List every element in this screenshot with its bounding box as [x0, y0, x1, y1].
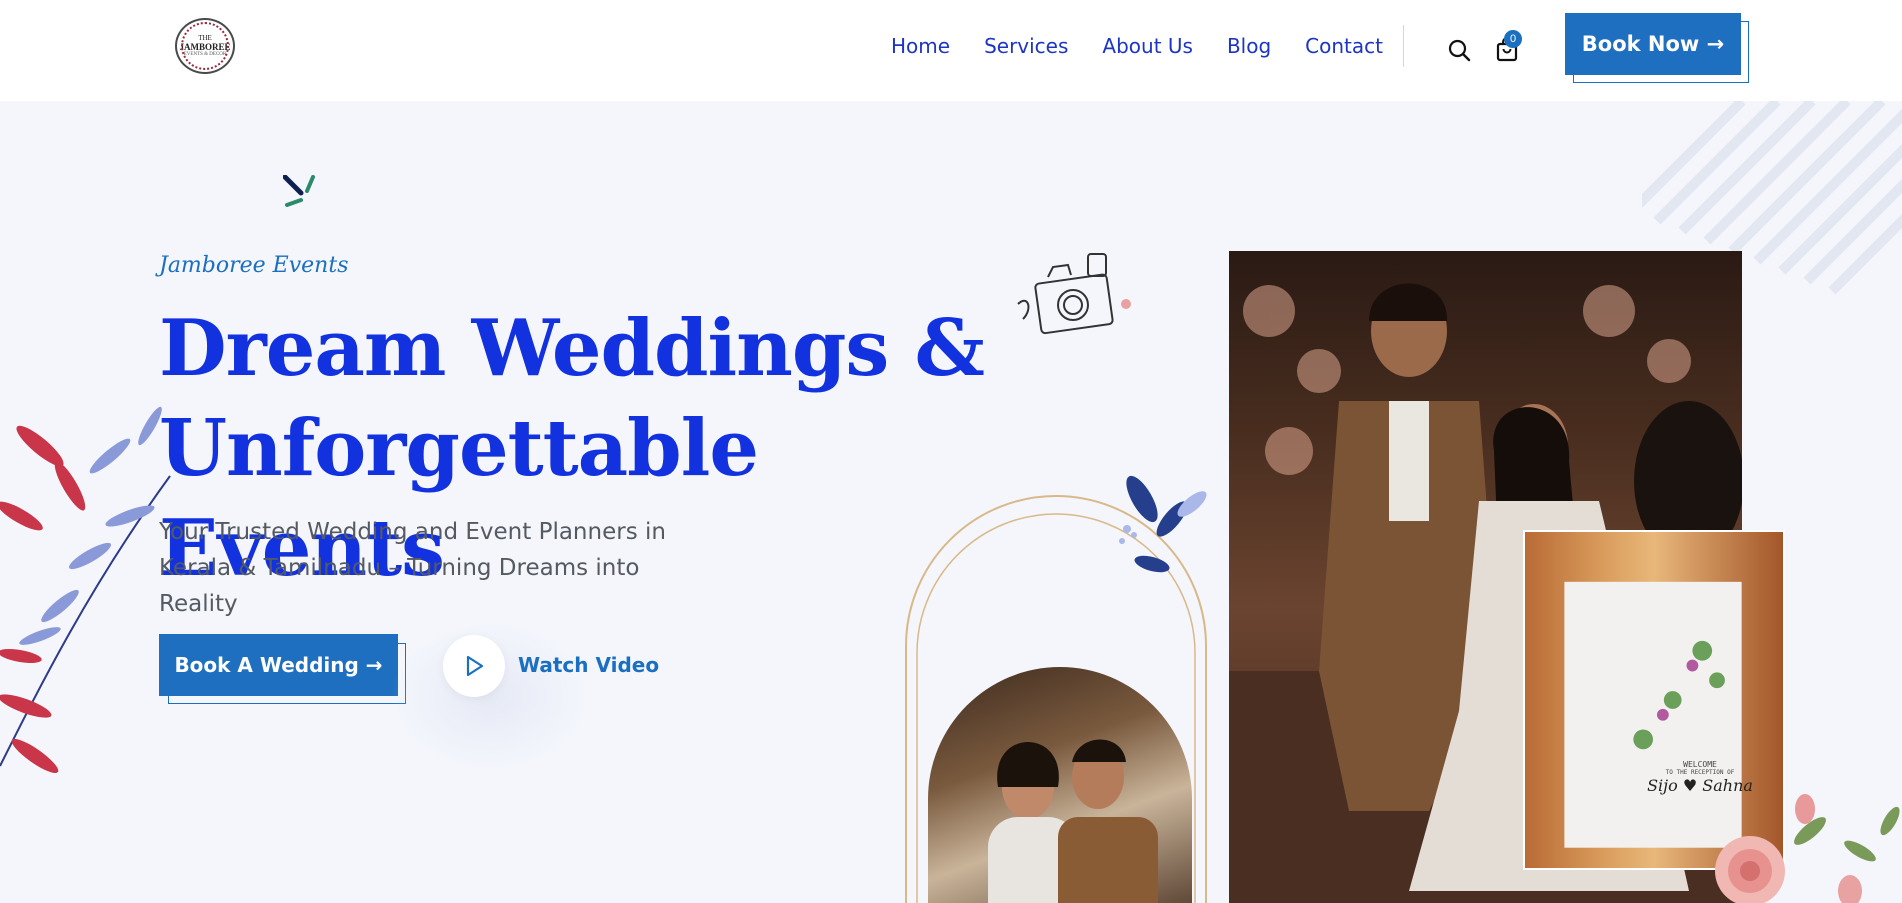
spark-decoration — [283, 175, 315, 207]
sign-line-reception: TO THE RECEPTION OF — [1665, 769, 1735, 776]
main-nav: Home Services About Us Blog Contact — [891, 34, 1417, 58]
nav-blog[interactable]: Blog — [1227, 34, 1271, 58]
play-icon — [466, 655, 484, 677]
logo-ring — [181, 22, 229, 70]
blue-flower-decoration — [1119, 475, 1207, 573]
book-now-button[interactable]: Book Now → — [1565, 13, 1741, 75]
brand-logo[interactable]: THE JAMBOREE EVENTS & DECOR — [175, 18, 235, 74]
hero-section: Jamboree Events Dream Weddings & Unforge… — [0, 101, 1902, 903]
hero-eyebrow: Jamboree Events — [159, 253, 349, 278]
book-wedding-button[interactable]: Book A Wedding → — [159, 634, 398, 696]
book-now-group: Book Now → — [1565, 13, 1751, 83]
book-wedding-group: Book A Wedding → — [159, 634, 409, 706]
search-icon[interactable] — [1447, 38, 1471, 62]
nav-contact[interactable]: Contact — [1305, 34, 1383, 58]
sign-line-welcome: WELCOME — [1683, 760, 1717, 769]
site-header: THE JAMBOREE EVENTS & DECOR Home Service… — [0, 0, 1902, 101]
leaf-decoration — [0, 406, 171, 774]
subtitle-line-1: Your Trusted Wedding and Event Planners … — [159, 519, 666, 545]
camera-illustration — [1017, 253, 1131, 335]
subtitle-line-2: Kerala & Tamilnadu – Turning Dreams into… — [159, 555, 640, 617]
hero-subtitle: Your Trusted Wedding and Event Planners … — [159, 514, 719, 622]
cart-count-badge: 0 — [1504, 30, 1522, 48]
headline-line-1: Dream Weddings & — [159, 303, 985, 394]
nav-about-us[interactable]: About Us — [1102, 34, 1193, 58]
nav-divider — [1403, 25, 1404, 67]
nav-home[interactable]: Home — [891, 34, 950, 58]
nav-services[interactable]: Services — [984, 34, 1068, 58]
play-button[interactable] — [443, 635, 505, 697]
sign-text: WELCOME TO THE RECEPTION OF Sijo ♥ Sahna — [1645, 760, 1755, 795]
flower-decoration — [1715, 794, 1900, 903]
watch-video-link[interactable]: Watch Video — [518, 653, 659, 677]
